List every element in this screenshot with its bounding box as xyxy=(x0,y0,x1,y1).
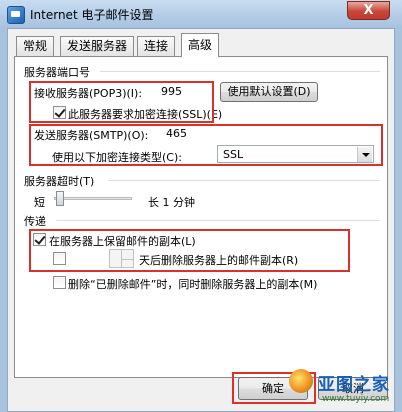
tab-advanced[interactable]: 高级 xyxy=(181,33,220,57)
tab-general[interactable]: 常规 xyxy=(16,36,55,56)
window-title: Internet 电子邮件设置 xyxy=(30,8,154,22)
timeout-long-label: 长 1 分钟 xyxy=(148,196,195,209)
timeout-group-label: 服务器超时(T) xyxy=(24,173,98,189)
divider xyxy=(100,71,380,72)
timeout-short-label: 短 xyxy=(34,196,45,209)
divider xyxy=(108,180,380,181)
highlight-box-outgoing xyxy=(29,124,383,166)
delivery-group-label: 传递 xyxy=(24,213,49,229)
use-defaults-button[interactable]: 使用默认设置(D) xyxy=(220,82,318,102)
server-ports-group-label: 服务器端口号 xyxy=(24,64,93,80)
timeout-slider-track xyxy=(54,197,132,200)
timeout-slider-thumb[interactable] xyxy=(56,191,64,206)
watermark-logo-icon xyxy=(289,369,313,393)
highlight-box-delivery xyxy=(29,229,350,272)
tab-outgoing-server[interactable]: 发送服务器 xyxy=(60,36,135,56)
divider xyxy=(56,220,380,221)
tab-connection[interactable]: 连接 xyxy=(137,36,176,56)
watermark-text: 亚图之家 xyxy=(318,375,390,395)
remove-deleted-label: 删除“已删除邮件”时，同时删除服务器上的副本(M) xyxy=(68,278,318,291)
remove-deleted-checkbox[interactable] xyxy=(53,276,66,289)
highlight-box-incoming xyxy=(29,81,214,123)
app-icon xyxy=(7,6,25,24)
watermark-url: www.tuyiy.com xyxy=(322,394,390,404)
close-button[interactable]: X xyxy=(347,1,390,20)
title-bar: Internet 电子邮件设置 X xyxy=(0,0,402,28)
